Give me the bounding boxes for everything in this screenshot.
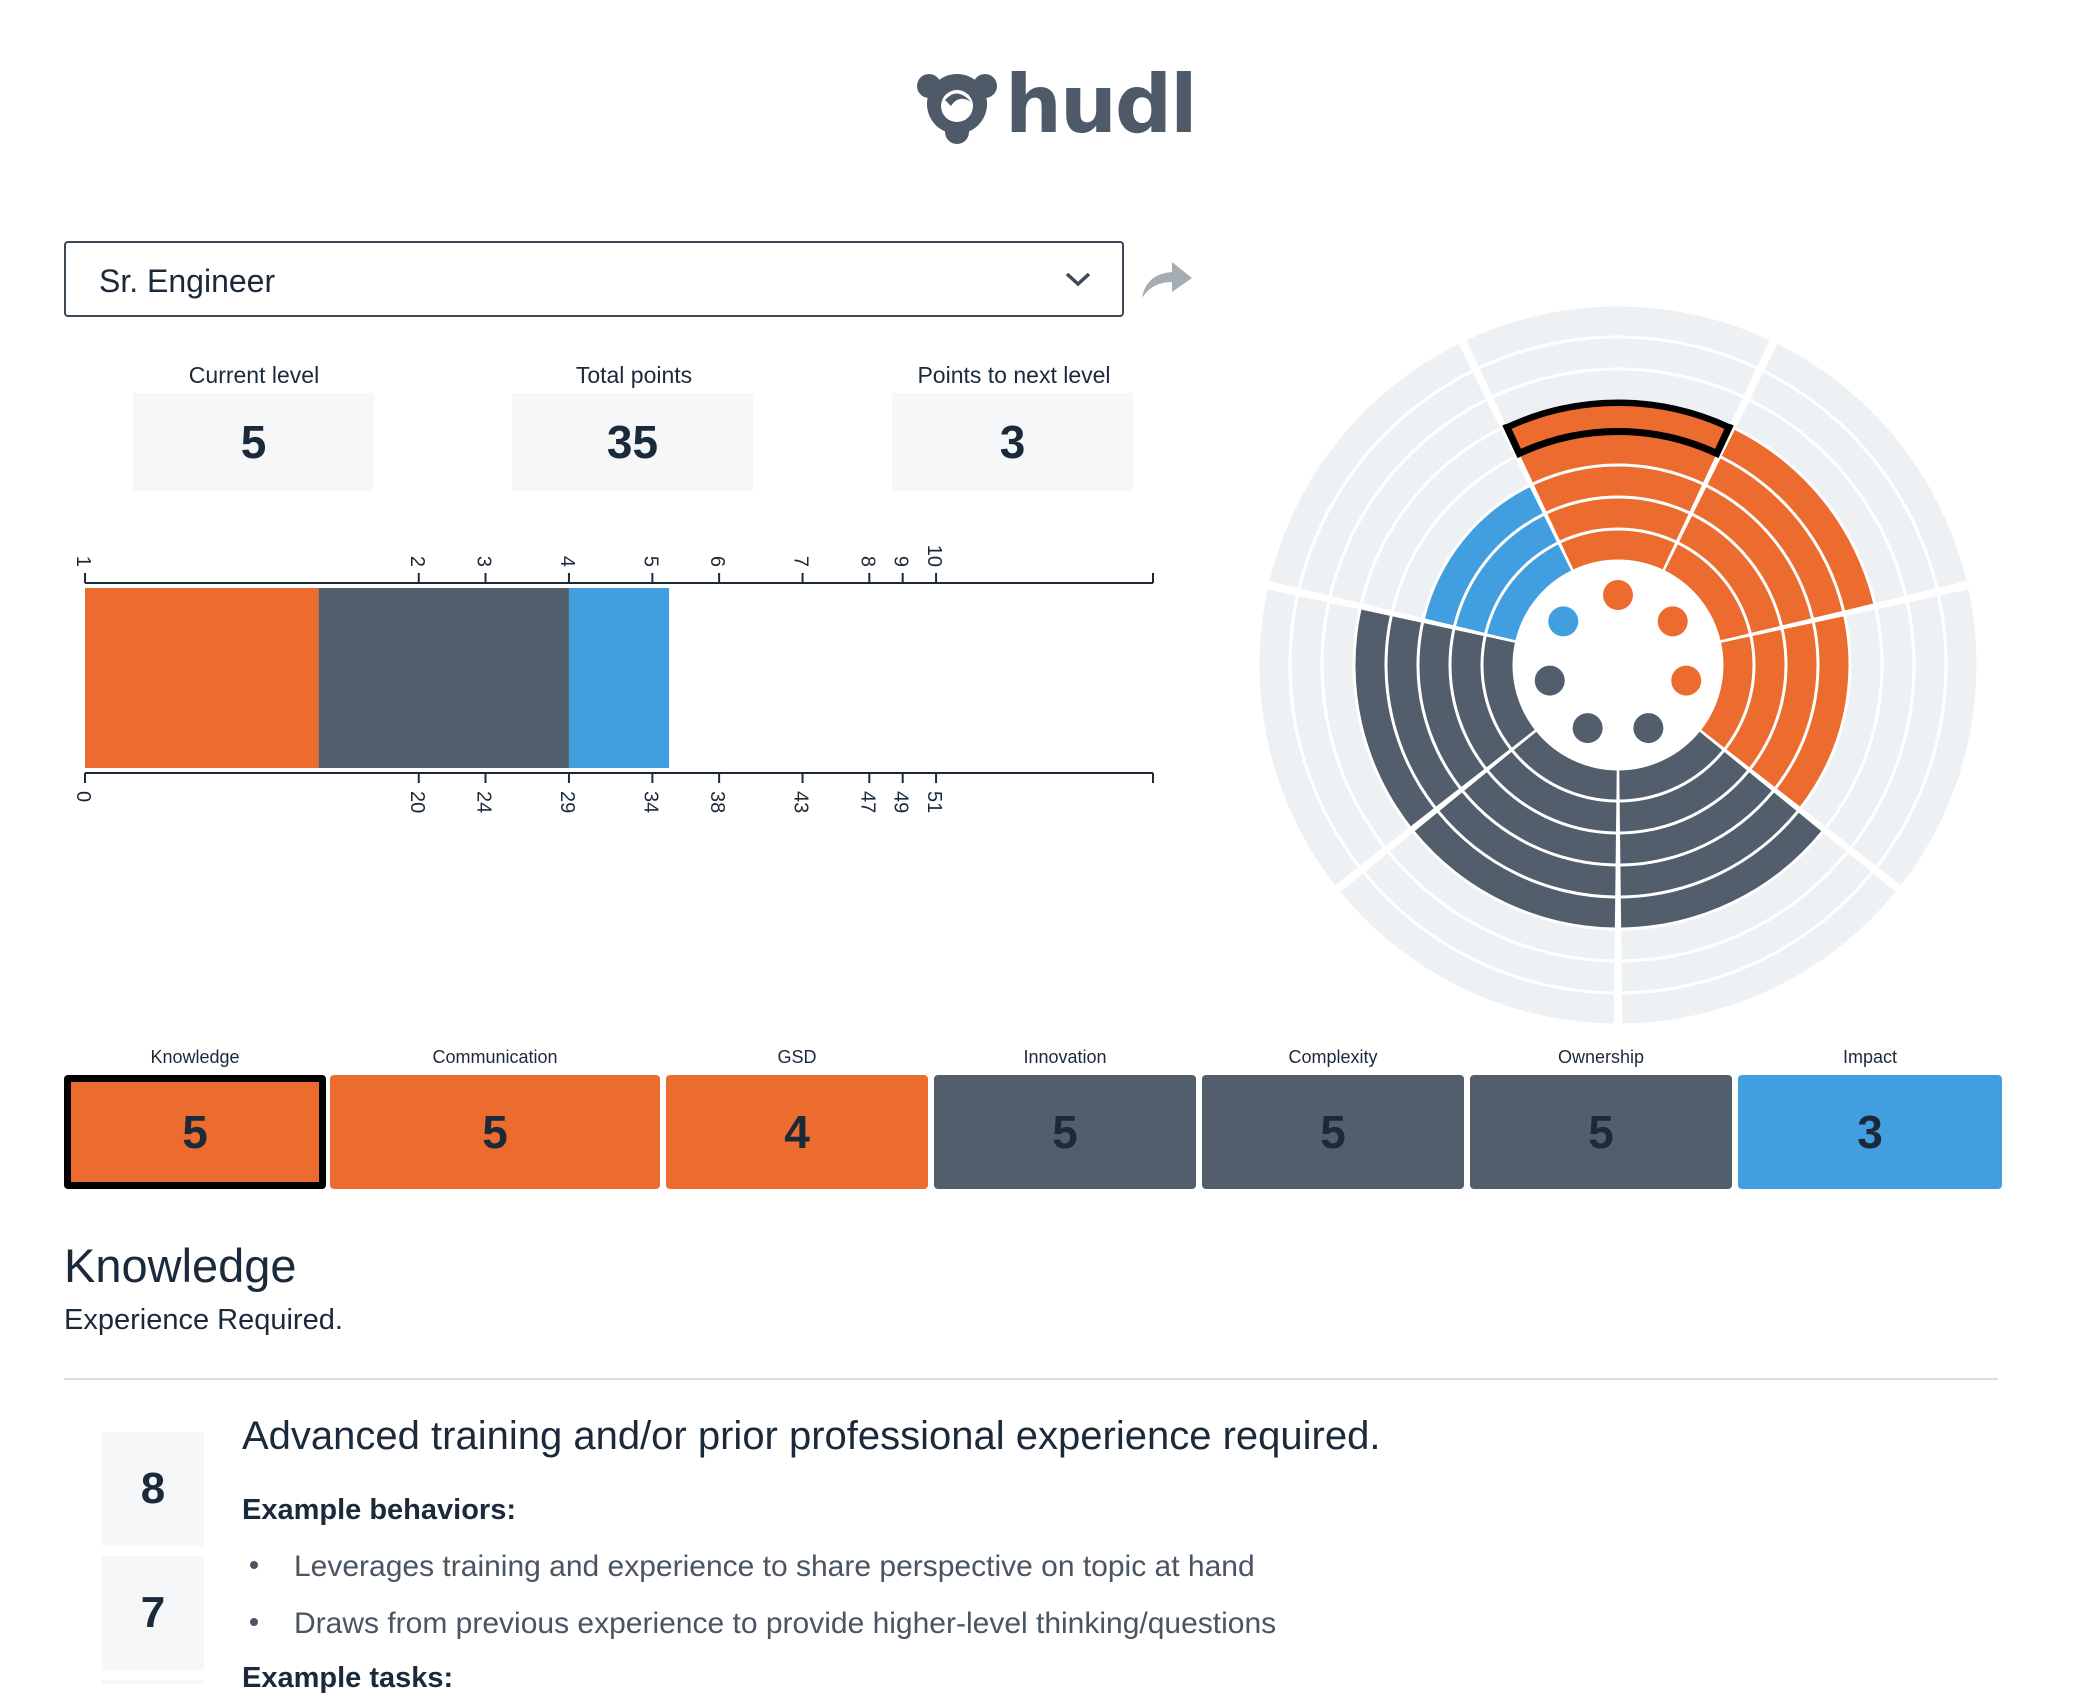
category-label-innovation: Innovation [1023,1047,1107,1067]
current-level-value: 5 [133,393,374,491]
category-label-knowledge: Knowledge [150,1047,240,1067]
role-select[interactable]: Sr. Engineer [64,241,1124,317]
radial-dot-gsd [1671,665,1702,696]
competency-radial-chart [1259,306,1977,1024]
chevron-down-icon [1065,272,1091,287]
points-tick-label: 43 [790,791,812,813]
level-tick-label: 6 [706,556,728,567]
divider [64,1378,1998,1380]
progress-segment-2 [568,588,670,768]
total-points-label: Total points [575,362,693,388]
category-gsd[interactable]: 4 [666,1075,928,1189]
category-label-ownership: Ownership [1557,1047,1645,1067]
category-impact[interactable]: 3 [1738,1075,2002,1189]
points-tick-label: 20 [406,791,428,813]
bullet [250,1561,258,1570]
bullet [250,1618,258,1627]
category-communication[interactable]: 5 [330,1075,660,1189]
category-innovation[interactable]: 5 [934,1075,1196,1189]
level-tick-label: 7 [790,556,812,567]
share-arrow-icon[interactable] [1138,258,1194,302]
radial-dot-complexity [1572,713,1603,744]
behavior-item: Leverages training and experience to sha… [250,1550,1255,1584]
points-progress-chart: 102203244295346387438479491051 [72,545,1154,813]
brand-name: hudl [1005,58,1198,151]
radial-dot-impact [1548,606,1579,637]
points-tick-label: 34 [639,791,661,813]
points-to-next-level-label: Points to next level [917,362,1111,388]
hudl-logo-icon [917,74,997,144]
level-tick-label: 9 [890,556,912,567]
radial-dot-innovation [1633,713,1664,744]
tasks-heading: Example tasks: [242,1662,454,1694]
points-tick-label: 38 [706,791,728,813]
level-tick-label: 2 [406,556,428,567]
category-label-gsd: GSD [777,1047,817,1067]
role-select-value: Sr. Engineer [99,263,276,299]
category-label-communication: Communication [432,1047,558,1067]
level-tile-6[interactable] [102,1680,204,1684]
level-tick-label: 10 [923,545,945,567]
section-title: Knowledge [64,1239,297,1292]
category-complexity[interactable]: 5 [1202,1075,1464,1189]
category-label-impact: Impact [1842,1047,1898,1067]
points-tick-label: 29 [556,791,578,813]
hudl-logo[interactable]: hudl [915,62,1198,152]
level-tick-label: 5 [639,556,661,567]
behavior-text: Leverages training and experience to sha… [294,1550,1255,1583]
level-tile-8[interactable]: 8 [102,1432,204,1546]
points-tick-label: 49 [890,791,912,813]
progress-segment-1 [318,588,569,768]
level-description: Advanced training and/or prior professio… [242,1414,1381,1458]
points-to-next-level-value: 3 [892,393,1133,491]
points-tick-label: 47 [856,791,878,813]
level-tick-label: 3 [473,556,495,567]
total-points-value: 35 [512,393,753,491]
points-tick-label: 24 [473,791,495,813]
behaviors-heading: Example behaviors: [242,1494,516,1526]
current-level-label: Current level [188,362,320,388]
behavior-text: Draws from previous experience to provid… [294,1607,1277,1640]
radial-segment-knowledge[interactable] [1561,530,1675,570]
radial-dot-knowledge [1603,580,1633,610]
category-label-complexity: Complexity [1288,1047,1378,1067]
category-knowledge[interactable]: 5 [64,1075,326,1189]
level-tick-label: 1 [72,556,94,567]
category-ownership[interactable]: 5 [1470,1075,1732,1189]
level-tick-label: 4 [556,556,578,567]
radial-dot-ownership [1534,665,1565,696]
section-subtitle: Experience Required. [64,1304,343,1336]
behavior-item: Draws from previous experience to provid… [250,1607,1276,1641]
level-tile-7[interactable]: 7 [102,1556,204,1670]
points-tick-label: 0 [72,791,94,802]
level-tick-label: 8 [856,556,878,567]
points-tick-label: 51 [923,791,945,813]
progress-segment-0 [85,588,319,768]
radial-dot-communication [1657,606,1688,637]
